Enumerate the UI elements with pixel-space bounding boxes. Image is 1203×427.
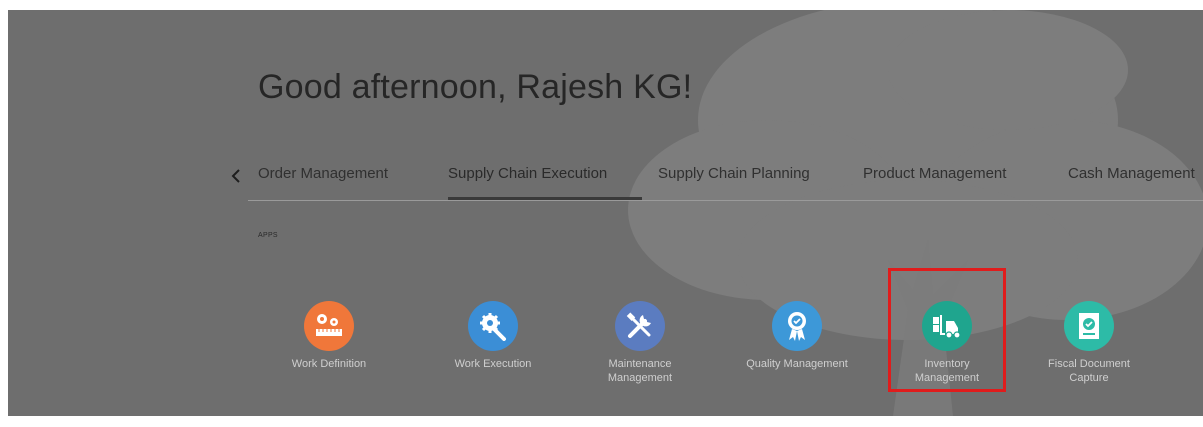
work-execution-icon (468, 301, 518, 351)
tab-cash-management[interactable]: Cash Management (1068, 160, 1195, 200)
fiscal-document-icon (1064, 301, 1114, 351)
springboard: Good afternoon, Rajesh KG! Order Managem… (8, 10, 1203, 416)
app-maintenance-management[interactable]: Maintenance Management (585, 301, 695, 385)
tab-supply-chain-planning[interactable]: Supply Chain Planning (658, 160, 810, 200)
app-label: Work Definition (291, 358, 367, 370)
app-fiscal-document-capture[interactable]: Fiscal Document Capture (1034, 301, 1144, 385)
app-work-execution[interactable]: Work Execution (438, 301, 548, 371)
app-label: Quality Management (746, 358, 848, 370)
tab-product-management[interactable]: Product Management (863, 160, 1006, 200)
tab-supply-chain-execution[interactable]: Supply Chain Execution (448, 160, 642, 200)
quality-icon (772, 301, 822, 351)
app-label: Work Execution (454, 358, 532, 370)
previous-tabs-button[interactable] (224, 164, 248, 188)
apps-section-label: APPS (258, 232, 278, 239)
app-label: Fiscal Document Capture (1048, 358, 1130, 384)
chevron-left-icon (231, 169, 240, 183)
greeting-heading: Good afternoon, Rajesh KG! (258, 68, 693, 106)
tab-order-management[interactable]: Order Management (258, 160, 388, 200)
work-definition-icon (304, 301, 354, 351)
maintenance-icon (615, 301, 665, 351)
app-work-definition[interactable]: Work Definition (274, 301, 384, 371)
app-quality-management[interactable]: Quality Management (742, 301, 852, 371)
app-label: Maintenance Management (607, 358, 673, 384)
highlight-box (888, 268, 1006, 392)
app-group-tabs: Order Management Supply Chain Execution … (248, 160, 1203, 201)
